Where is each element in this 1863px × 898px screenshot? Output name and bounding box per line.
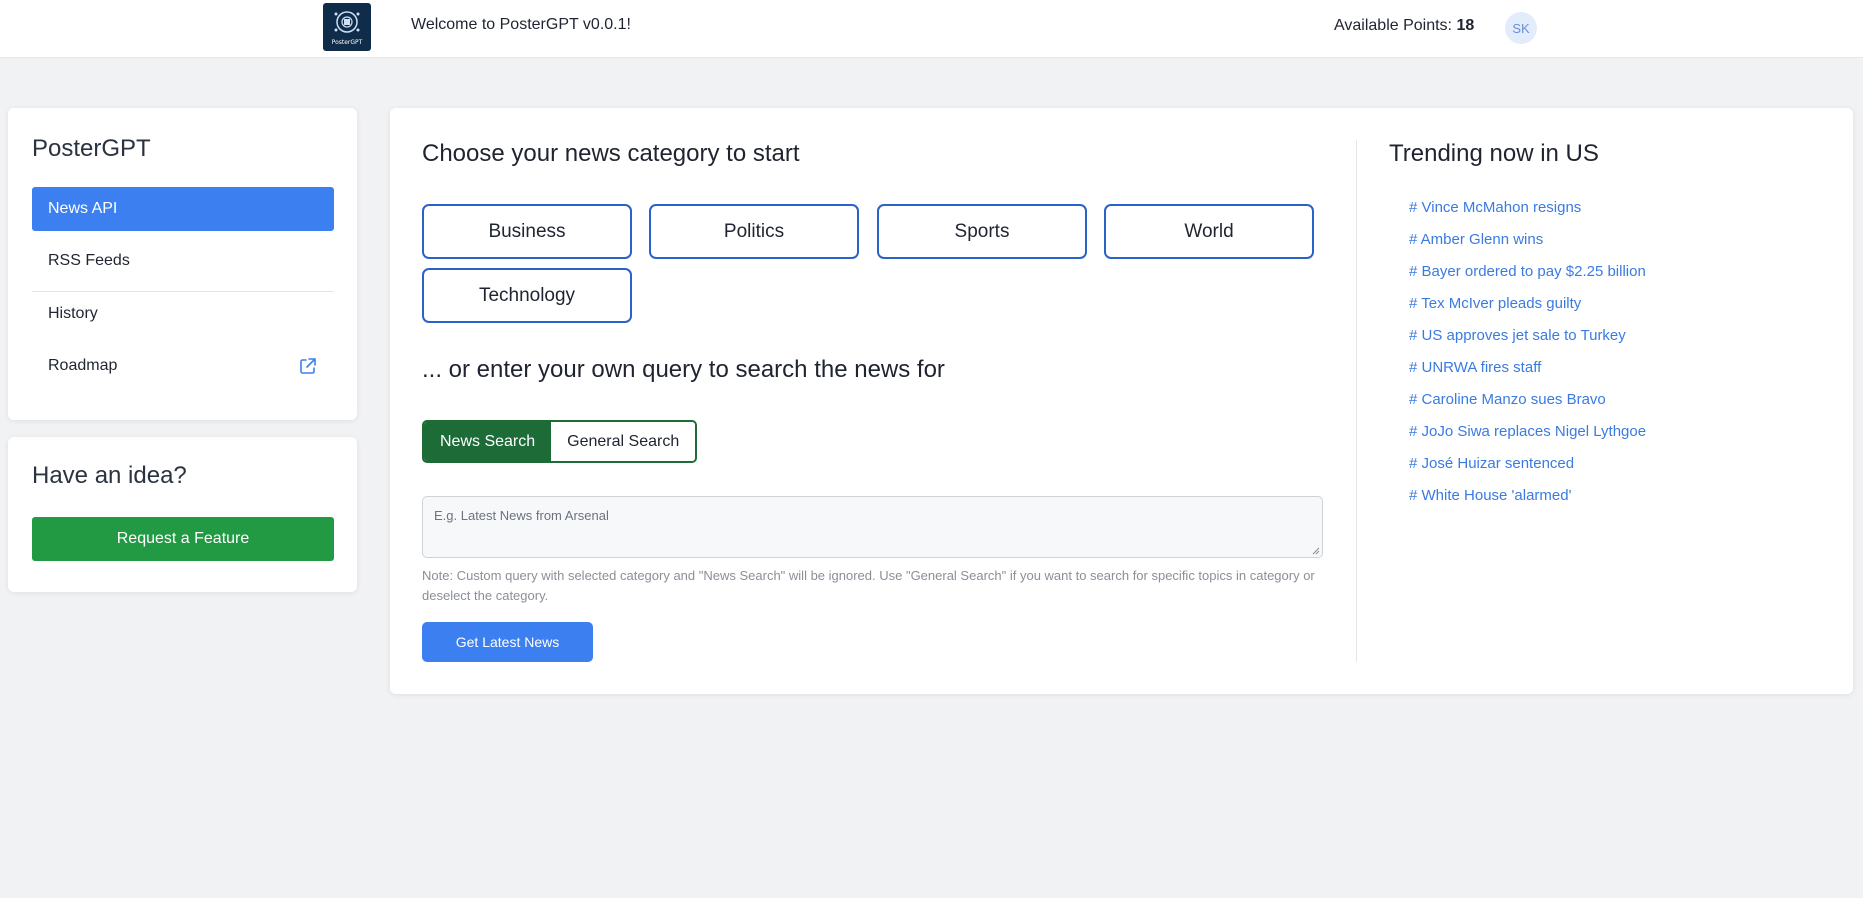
- request-feature-button[interactable]: Request a Feature: [32, 517, 334, 561]
- sidebar-item-label: History: [48, 305, 98, 322]
- sidebar-item-label: News API: [48, 200, 118, 217]
- get-latest-news-button[interactable]: Get Latest News: [422, 622, 593, 662]
- search-mode-toggle: News Search General Search: [422, 420, 698, 463]
- logo-text: PosterGPT: [331, 39, 363, 46]
- trending-item[interactable]: # JoJo Siwa replaces Nigel Lythgoe: [1409, 415, 1646, 447]
- sidebar-item-label: Roadmap: [48, 357, 118, 374]
- points-value: 18: [1456, 17, 1475, 34]
- idea-panel: Have an idea? Request a Feature: [8, 437, 357, 592]
- available-points: Available Points: 18: [1334, 17, 1474, 35]
- trending-item[interactable]: # White House 'alarmed': [1409, 479, 1646, 511]
- top-bar: PosterGPT Welcome to PosterGPT v0.0.1! A…: [0, 0, 1863, 58]
- sidebar-item-news-api[interactable]: News API: [32, 187, 334, 231]
- column-divider: [1356, 140, 1357, 662]
- sidebar-item-rss-feeds[interactable]: RSS Feeds: [32, 239, 334, 283]
- sidebar-item-history[interactable]: History: [32, 292, 334, 336]
- main-panel: Choose your news category to start Busin…: [390, 108, 1853, 694]
- query-placeholder: E.g. Latest News from Arsenal: [434, 508, 609, 523]
- trending-title: Trending now in US: [1389, 140, 1599, 167]
- app-logo[interactable]: PosterGPT: [323, 3, 371, 51]
- welcome-message: Welcome to PosterGPT v0.0.1!: [411, 16, 631, 33]
- news-search-option[interactable]: News Search: [424, 422, 552, 461]
- user-avatar[interactable]: SK: [1505, 12, 1537, 44]
- logo-emblem-icon: [334, 11, 360, 33]
- trending-item[interactable]: # Bayer ordered to pay $2.25 billion: [1409, 255, 1646, 287]
- trending-list: # Vince McMahon resigns # Amber Glenn wi…: [1409, 191, 1646, 511]
- points-label: Available Points:: [1334, 17, 1452, 34]
- trending-item[interactable]: # UNRWA fires staff: [1409, 351, 1646, 383]
- idea-title: Have an idea?: [32, 462, 187, 489]
- trending-item[interactable]: # Vince McMahon resigns: [1409, 191, 1646, 223]
- external-link-icon[interactable]: [298, 356, 318, 376]
- query-textarea[interactable]: E.g. Latest News from Arsenal: [422, 496, 1323, 558]
- trending-item[interactable]: # José Huizar sentenced: [1409, 447, 1646, 479]
- category-technology-button[interactable]: Technology: [422, 268, 632, 323]
- sidebar-item-roadmap[interactable]: Roadmap: [32, 344, 334, 388]
- search-note: Note: Custom query with selected categor…: [422, 568, 1315, 603]
- trending-item[interactable]: # US approves jet sale to Turkey: [1409, 319, 1646, 351]
- general-search-option[interactable]: General Search: [551, 422, 696, 461]
- category-sports-button[interactable]: Sports: [877, 204, 1087, 259]
- sidebar-item-label: RSS Feeds: [48, 252, 130, 269]
- sidebar-title: PosterGPT: [32, 135, 151, 162]
- category-heading: Choose your news category to start: [422, 140, 800, 167]
- trending-item[interactable]: # Amber Glenn wins: [1409, 223, 1646, 255]
- trending-item[interactable]: # Caroline Manzo sues Bravo: [1409, 383, 1646, 415]
- category-politics-button[interactable]: Politics: [649, 204, 859, 259]
- category-business-button[interactable]: Business: [422, 204, 632, 259]
- resize-grip-icon[interactable]: [1311, 546, 1320, 555]
- sidebar-panel: PosterGPT News API RSS Feeds History Roa…: [8, 108, 357, 420]
- query-heading: ... or enter your own query to search th…: [422, 356, 945, 383]
- category-world-button[interactable]: World: [1104, 204, 1314, 259]
- trending-item[interactable]: # Tex McIver pleads guilty: [1409, 287, 1646, 319]
